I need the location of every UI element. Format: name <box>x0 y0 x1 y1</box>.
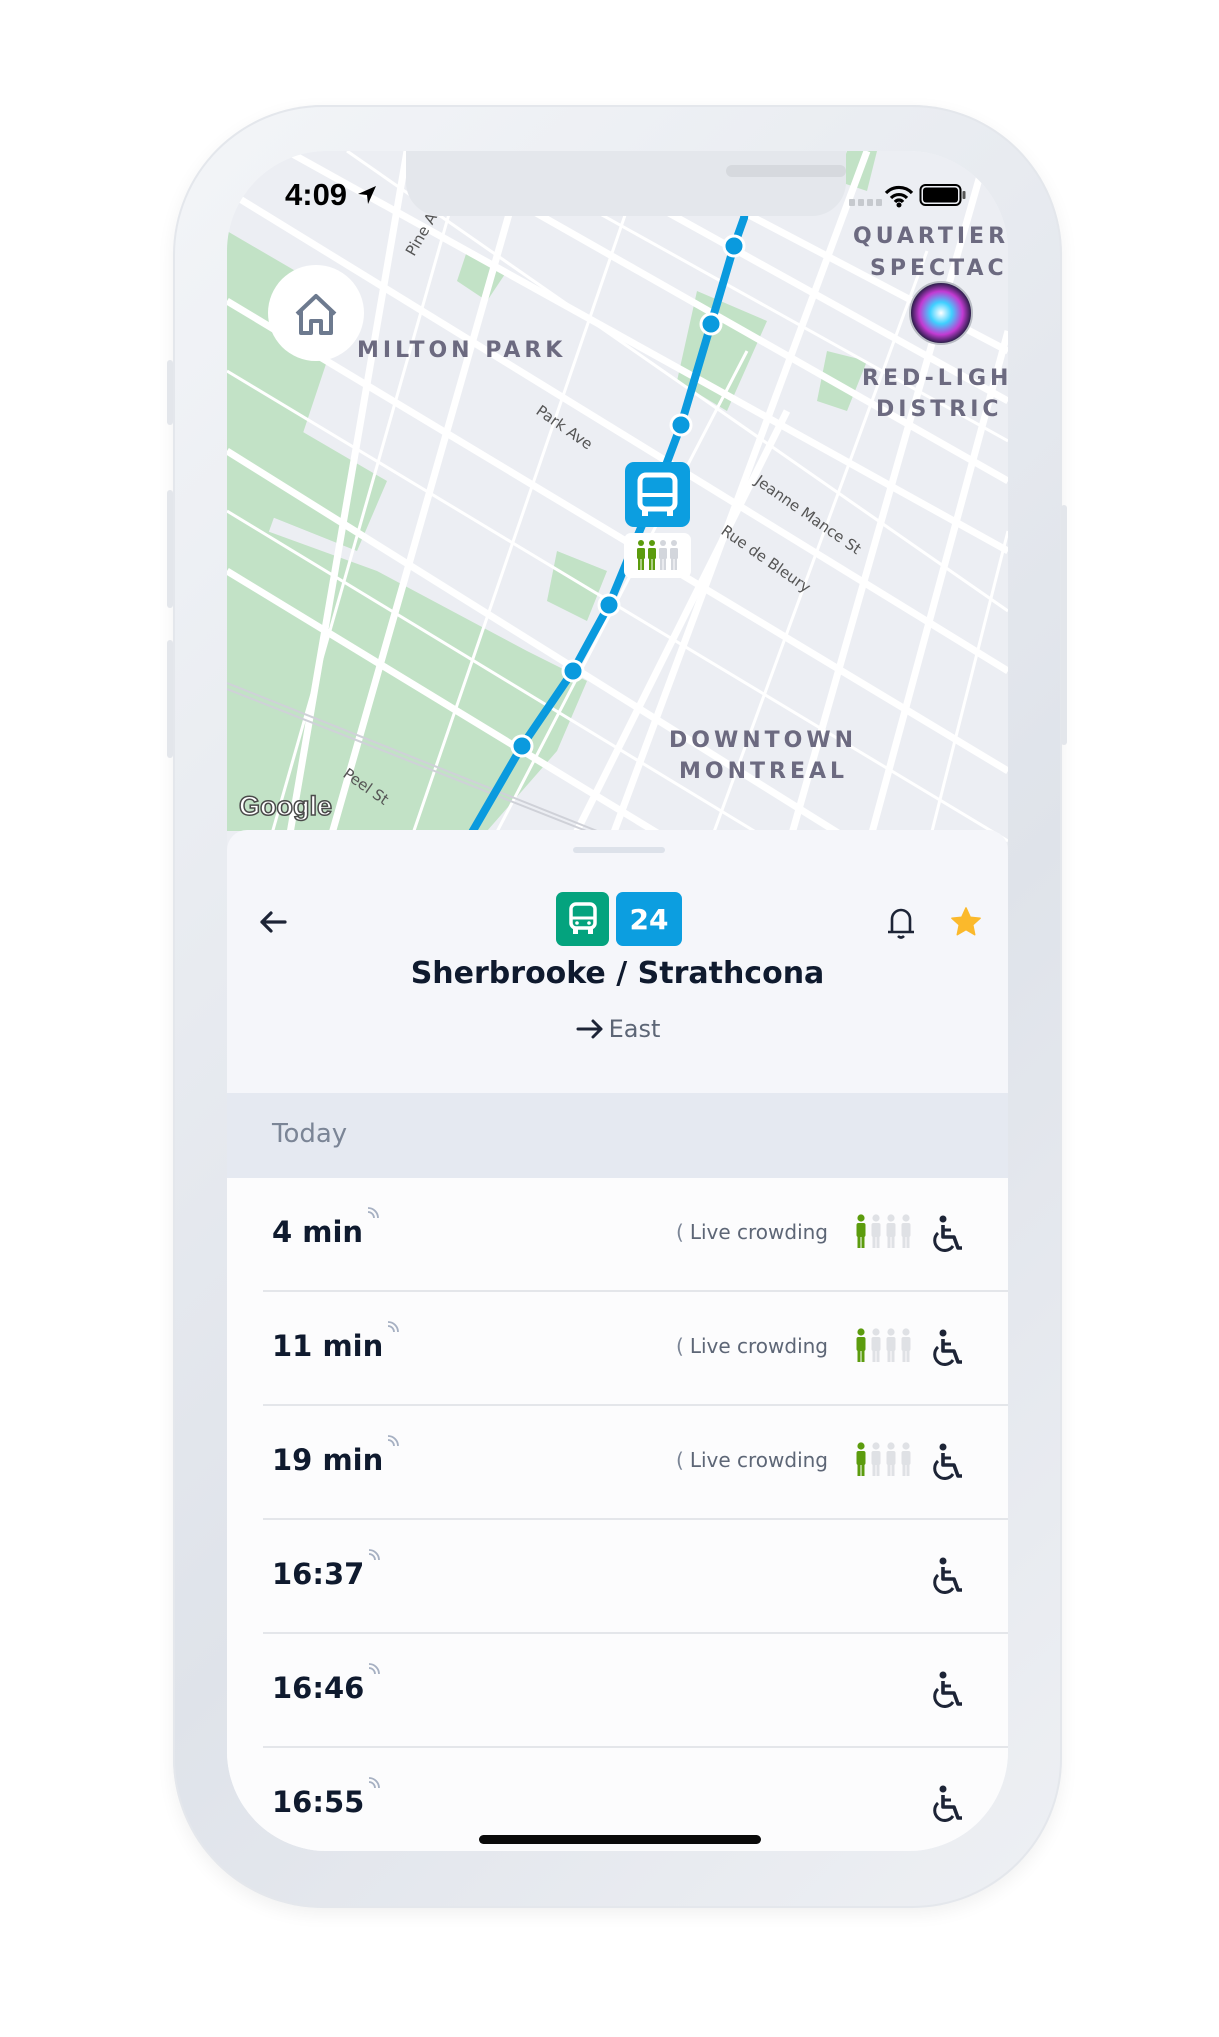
person-icon <box>856 1328 866 1362</box>
stop-marker[interactable] <box>722 234 746 258</box>
person-icon <box>886 1214 896 1248</box>
map-label-montreal: MONTREAL <box>679 759 848 784</box>
person-icon <box>871 1328 881 1362</box>
wheelchair-accessible-icon <box>933 1785 962 1822</box>
stop-marker[interactable] <box>510 734 534 758</box>
map-label-milton-park: MILTON PARK <box>357 338 566 363</box>
realtime-icon <box>367 1207 379 1219</box>
map-label-downtown: DOWNTOWN <box>669 728 857 753</box>
signal-icon <box>849 199 882 206</box>
map-label-quartier: QUARTIER <box>853 224 1008 249</box>
status-time: 4:09 <box>285 177 378 213</box>
live-crowding-label: (Live crowding <box>676 1334 829 1358</box>
home-indicator[interactable] <box>479 1835 761 1844</box>
stop-marker[interactable] <box>699 312 723 336</box>
back-arrow-icon[interactable] <box>255 904 291 940</box>
stop-marker[interactable] <box>597 593 621 617</box>
map-label-spectac: SPECTAC <box>870 256 1008 281</box>
screen: MILTON PARK QUARTIER SPECTAC RED-LIGH DI… <box>227 151 1008 1851</box>
departure-row[interactable]: 16:46 <box>227 1634 1008 1748</box>
departure-time: 11 min <box>272 1321 400 1363</box>
realtime-icon <box>388 1435 400 1447</box>
departure-time: 19 min <box>272 1435 400 1477</box>
route-name: Sherbrooke / Strathcona <box>410 956 825 991</box>
realtime-icon <box>369 1663 381 1675</box>
departure-row[interactable]: 19 min (Live crowding <box>227 1406 1008 1520</box>
route-sheet: 24 Sherbrooke / Strathcona East Today 4 … <box>227 830 1008 1851</box>
person-icon <box>901 1328 911 1362</box>
departure-row[interactable]: 4 min (Live crowding <box>227 1178 1008 1292</box>
schedule-section-header: Today <box>227 1093 1008 1178</box>
live-signal-icon: ( <box>676 1220 684 1244</box>
live-crowding-label: (Live crowding <box>676 1448 829 1472</box>
wheelchair-accessible-icon <box>933 1215 962 1252</box>
person-icon <box>886 1442 896 1476</box>
drag-handle[interactable] <box>573 847 665 853</box>
siri-icon <box>909 281 973 345</box>
route-number-badge: 24 <box>616 892 682 946</box>
map[interactable]: MILTON PARK QUARTIER SPECTAC RED-LIGH DI… <box>227 151 1008 851</box>
person-icon <box>901 1442 911 1476</box>
notch <box>406 151 846 216</box>
vehicle-marker[interactable] <box>624 462 691 578</box>
departure-time: 16:55 <box>272 1777 381 1819</box>
realtime-icon <box>369 1549 381 1561</box>
wheelchair-accessible-icon <box>933 1557 962 1594</box>
live-crowding-label: (Live crowding <box>676 1220 829 1244</box>
location-arrow-icon <box>357 186 376 204</box>
departure-time: 16:37 <box>272 1549 381 1591</box>
realtime-icon <box>369 1777 381 1789</box>
live-signal-icon: ( <box>676 1448 684 1472</box>
google-logo: Google <box>239 791 332 821</box>
bell-icon[interactable] <box>884 902 918 942</box>
home-button[interactable] <box>268 265 364 361</box>
mute-switch <box>167 360 173 425</box>
map-label-district: DISTRIC <box>876 397 1003 422</box>
stop-marker[interactable] <box>561 659 585 683</box>
route-direction[interactable]: East <box>227 1015 1008 1043</box>
crowding-indicator <box>855 1442 912 1476</box>
departure-row[interactable]: 16:37 <box>227 1520 1008 1634</box>
crowding-indicator <box>855 1214 912 1248</box>
realtime-icon <box>388 1321 400 1333</box>
person-icon <box>871 1442 881 1476</box>
wheelchair-accessible-icon <box>933 1329 962 1366</box>
power-button <box>1061 505 1067 745</box>
wifi-icon <box>884 185 914 208</box>
person-icon <box>856 1442 866 1476</box>
volume-down-button <box>167 640 173 758</box>
star-icon[interactable] <box>949 905 983 939</box>
map-label-red-light: RED-LIGH <box>862 366 1008 391</box>
person-icon <box>856 1214 866 1248</box>
wheelchair-accessible-icon <box>933 1443 962 1480</box>
bus-icon <box>568 902 597 934</box>
live-signal-icon: ( <box>676 1334 684 1358</box>
battery-icon <box>919 184 966 206</box>
speaker <box>726 165 846 177</box>
crowding-indicator <box>855 1328 912 1362</box>
wheelchair-accessible-icon <box>933 1671 962 1708</box>
stop-marker[interactable] <box>669 413 693 437</box>
bus-mode-badge <box>556 892 609 946</box>
person-icon <box>871 1214 881 1248</box>
person-icon <box>886 1328 896 1362</box>
departure-row[interactable]: 11 min (Live crowding <box>227 1292 1008 1406</box>
departure-time: 4 min <box>272 1207 379 1249</box>
arrow-right-icon <box>576 1019 603 1039</box>
person-icon <box>901 1214 911 1248</box>
volume-up-button <box>167 490 173 608</box>
route-header: 24 Sherbrooke / Strathcona East <box>227 830 1008 1093</box>
departure-time: 16:46 <box>272 1663 381 1705</box>
